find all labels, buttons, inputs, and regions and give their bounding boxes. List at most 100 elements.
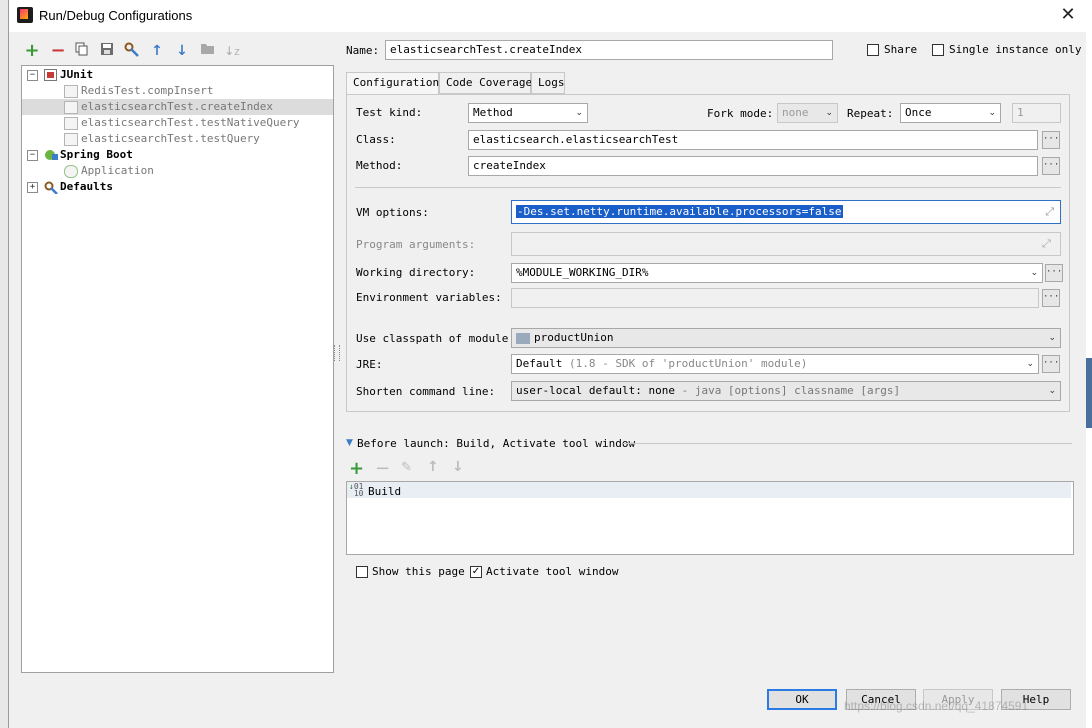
move-task-down-icon[interactable]: ↓ [452,459,464,475]
jre-select[interactable]: Default (1.8 - SDK of 'productUnion' mod… [511,354,1039,374]
share-label: Share [884,43,918,56]
tree-group-defaults[interactable]: Defaults [44,179,113,195]
class-input[interactable]: elasticsearch.elasticsearchTest [468,130,1038,150]
defaults-icon [44,181,58,195]
move-task-up-icon[interactable]: ↑ [427,459,439,475]
chevron-down-icon: ⌄ [1030,268,1038,278]
collapse-before-launch-icon[interactable]: ▼ [346,438,353,448]
folder-icon[interactable] [198,42,216,60]
classpath-module-value: productUnion [534,331,614,344]
browse-class-button[interactable]: ··· [1042,131,1060,149]
chevron-down-icon: ⌄ [575,108,583,118]
class-label: Class: [356,133,396,146]
working-directory-input[interactable]: %MODULE_WORKING_DIR% ⌄ [511,263,1043,283]
chevron-down-icon: ⌄ [1048,333,1056,343]
spring-boot-label: Spring Boot [60,148,133,161]
tree-item-label: elasticsearchTest.testNativeQuery [81,116,300,129]
shorten-command-line-hint: - java [options] classname [args] [681,384,901,397]
test-kind-label: Test kind: [356,106,423,119]
junit-label: JUnit [60,68,94,81]
test-kind-select[interactable]: Method ⌄ [468,103,588,123]
method-input[interactable]: createIndex [468,156,1038,176]
test-config-icon [64,100,78,114]
show-this-page-label: Show this page [372,565,465,578]
background-editor-right-accent [1085,358,1092,428]
tab-code-coverage[interactable]: Code Coverage [439,72,532,94]
chevron-down-icon: ⌄ [1048,386,1056,396]
remove-icon[interactable]: − [49,42,67,60]
program-arguments-input[interactable] [511,232,1061,256]
run-debug-dialog: Run/Debug Configurations ✕ + − ↑ ↓ ↓Z − … [8,0,1086,728]
expand-icon[interactable]: ⤢ [1042,237,1051,251]
panel-splitter[interactable] [334,345,340,361]
name-input[interactable]: elasticsearchTest.createIndex [385,40,833,60]
title-bar: Run/Debug Configurations ✕ [9,0,1086,32]
classpath-module-label: Use classpath of module: [356,332,515,345]
configurations-tree[interactable]: − JUnit RedisTest.compInsert elasticsear… [21,65,334,673]
before-launch-divider [623,443,1072,444]
tree-item[interactable]: Application [64,163,154,179]
chevron-down-icon: ⌄ [988,108,996,118]
edit-environment-variables-button[interactable]: ··· [1042,289,1060,307]
environment-variables-input[interactable] [511,288,1039,308]
junit-icon [44,69,57,81]
list-item[interactable] [347,482,1071,498]
name-label: Name: [346,44,380,57]
tree-group-junit[interactable]: JUnit [44,67,93,83]
repeat-label: Repeat: [847,107,894,120]
intellij-app-icon [17,7,33,23]
add-icon[interactable]: + [23,42,41,60]
fork-mode-select[interactable]: none ⌄ [777,103,838,123]
tab-configuration[interactable]: Configuration [346,72,439,95]
tree-group-spring-boot[interactable]: Spring Boot [44,147,133,163]
tree-item[interactable]: elasticsearchTest.createIndex [64,99,273,115]
browse-method-button[interactable]: ··· [1042,157,1060,175]
classpath-module-select[interactable]: productUnion ⌄ [511,328,1061,348]
single-instance-checkbox[interactable] [932,44,944,56]
share-checkbox[interactable] [867,44,879,56]
repeat-value: Once [905,106,932,119]
build-icon: ↓01 10 [349,482,364,498]
spring-app-icon [64,164,78,178]
browse-working-directory-button[interactable]: ··· [1045,264,1063,282]
remove-task-icon[interactable]: − [375,458,390,479]
edit-defaults-icon[interactable] [123,42,141,60]
tab-logs[interactable]: Logs [531,72,565,94]
tree-item-label: elasticsearchTest.testQuery [81,132,260,145]
repeat-count-input[interactable]: 1 [1012,103,1061,123]
repeat-select[interactable]: Once ⌄ [900,103,1001,123]
spring-boot-icon [44,149,58,161]
tree-item[interactable]: elasticsearchTest.testNativeQuery [64,115,300,131]
move-down-icon[interactable]: ↓ [173,42,191,60]
collapse-spring-boot-icon[interactable]: − [27,150,38,161]
move-up-icon[interactable]: ↑ [148,42,166,60]
add-task-icon[interactable]: + [349,458,364,479]
single-instance-label: Single instance only [949,43,1082,56]
test-kind-value: Method [473,106,513,119]
vm-options-value: -Des.set.netty.runtime.available.process… [516,205,843,218]
browse-jre-button[interactable]: ··· [1042,355,1060,373]
collapse-junit-icon[interactable]: − [27,70,38,81]
activate-tool-window-checkbox[interactable]: ✓ [470,566,482,578]
sort-icon[interactable]: ↓Z [223,42,241,60]
shorten-command-line-select[interactable]: user-local default: none - java [options… [511,381,1061,401]
tree-item-label: elasticsearchTest.createIndex [81,100,274,113]
tree-item[interactable]: elasticsearchTest.testQuery [64,131,260,147]
chevron-down-icon: ⌄ [1026,359,1034,369]
expand-icon[interactable]: ⤢ [1045,201,1054,223]
copy-icon[interactable] [73,42,91,60]
working-directory-value: %MODULE_WORKING_DIR% [516,266,649,279]
test-config-icon [64,84,78,98]
close-button[interactable]: ✕ [1057,5,1079,27]
window-title: Run/Debug Configurations [39,8,193,23]
save-icon[interactable] [98,42,116,60]
ok-button[interactable]: OK [767,689,837,710]
vm-options-input[interactable]: -Des.set.netty.runtime.available.process… [511,200,1061,224]
expand-defaults-icon[interactable]: + [27,182,38,193]
fork-mode-value: none [782,106,809,119]
edit-task-icon[interactable]: ✎ [401,460,412,475]
program-arguments-label: Program arguments: [356,238,476,251]
show-this-page-checkbox[interactable] [356,566,368,578]
test-config-icon [64,132,78,146]
tree-item[interactable]: RedisTest.compInsert [64,83,213,99]
